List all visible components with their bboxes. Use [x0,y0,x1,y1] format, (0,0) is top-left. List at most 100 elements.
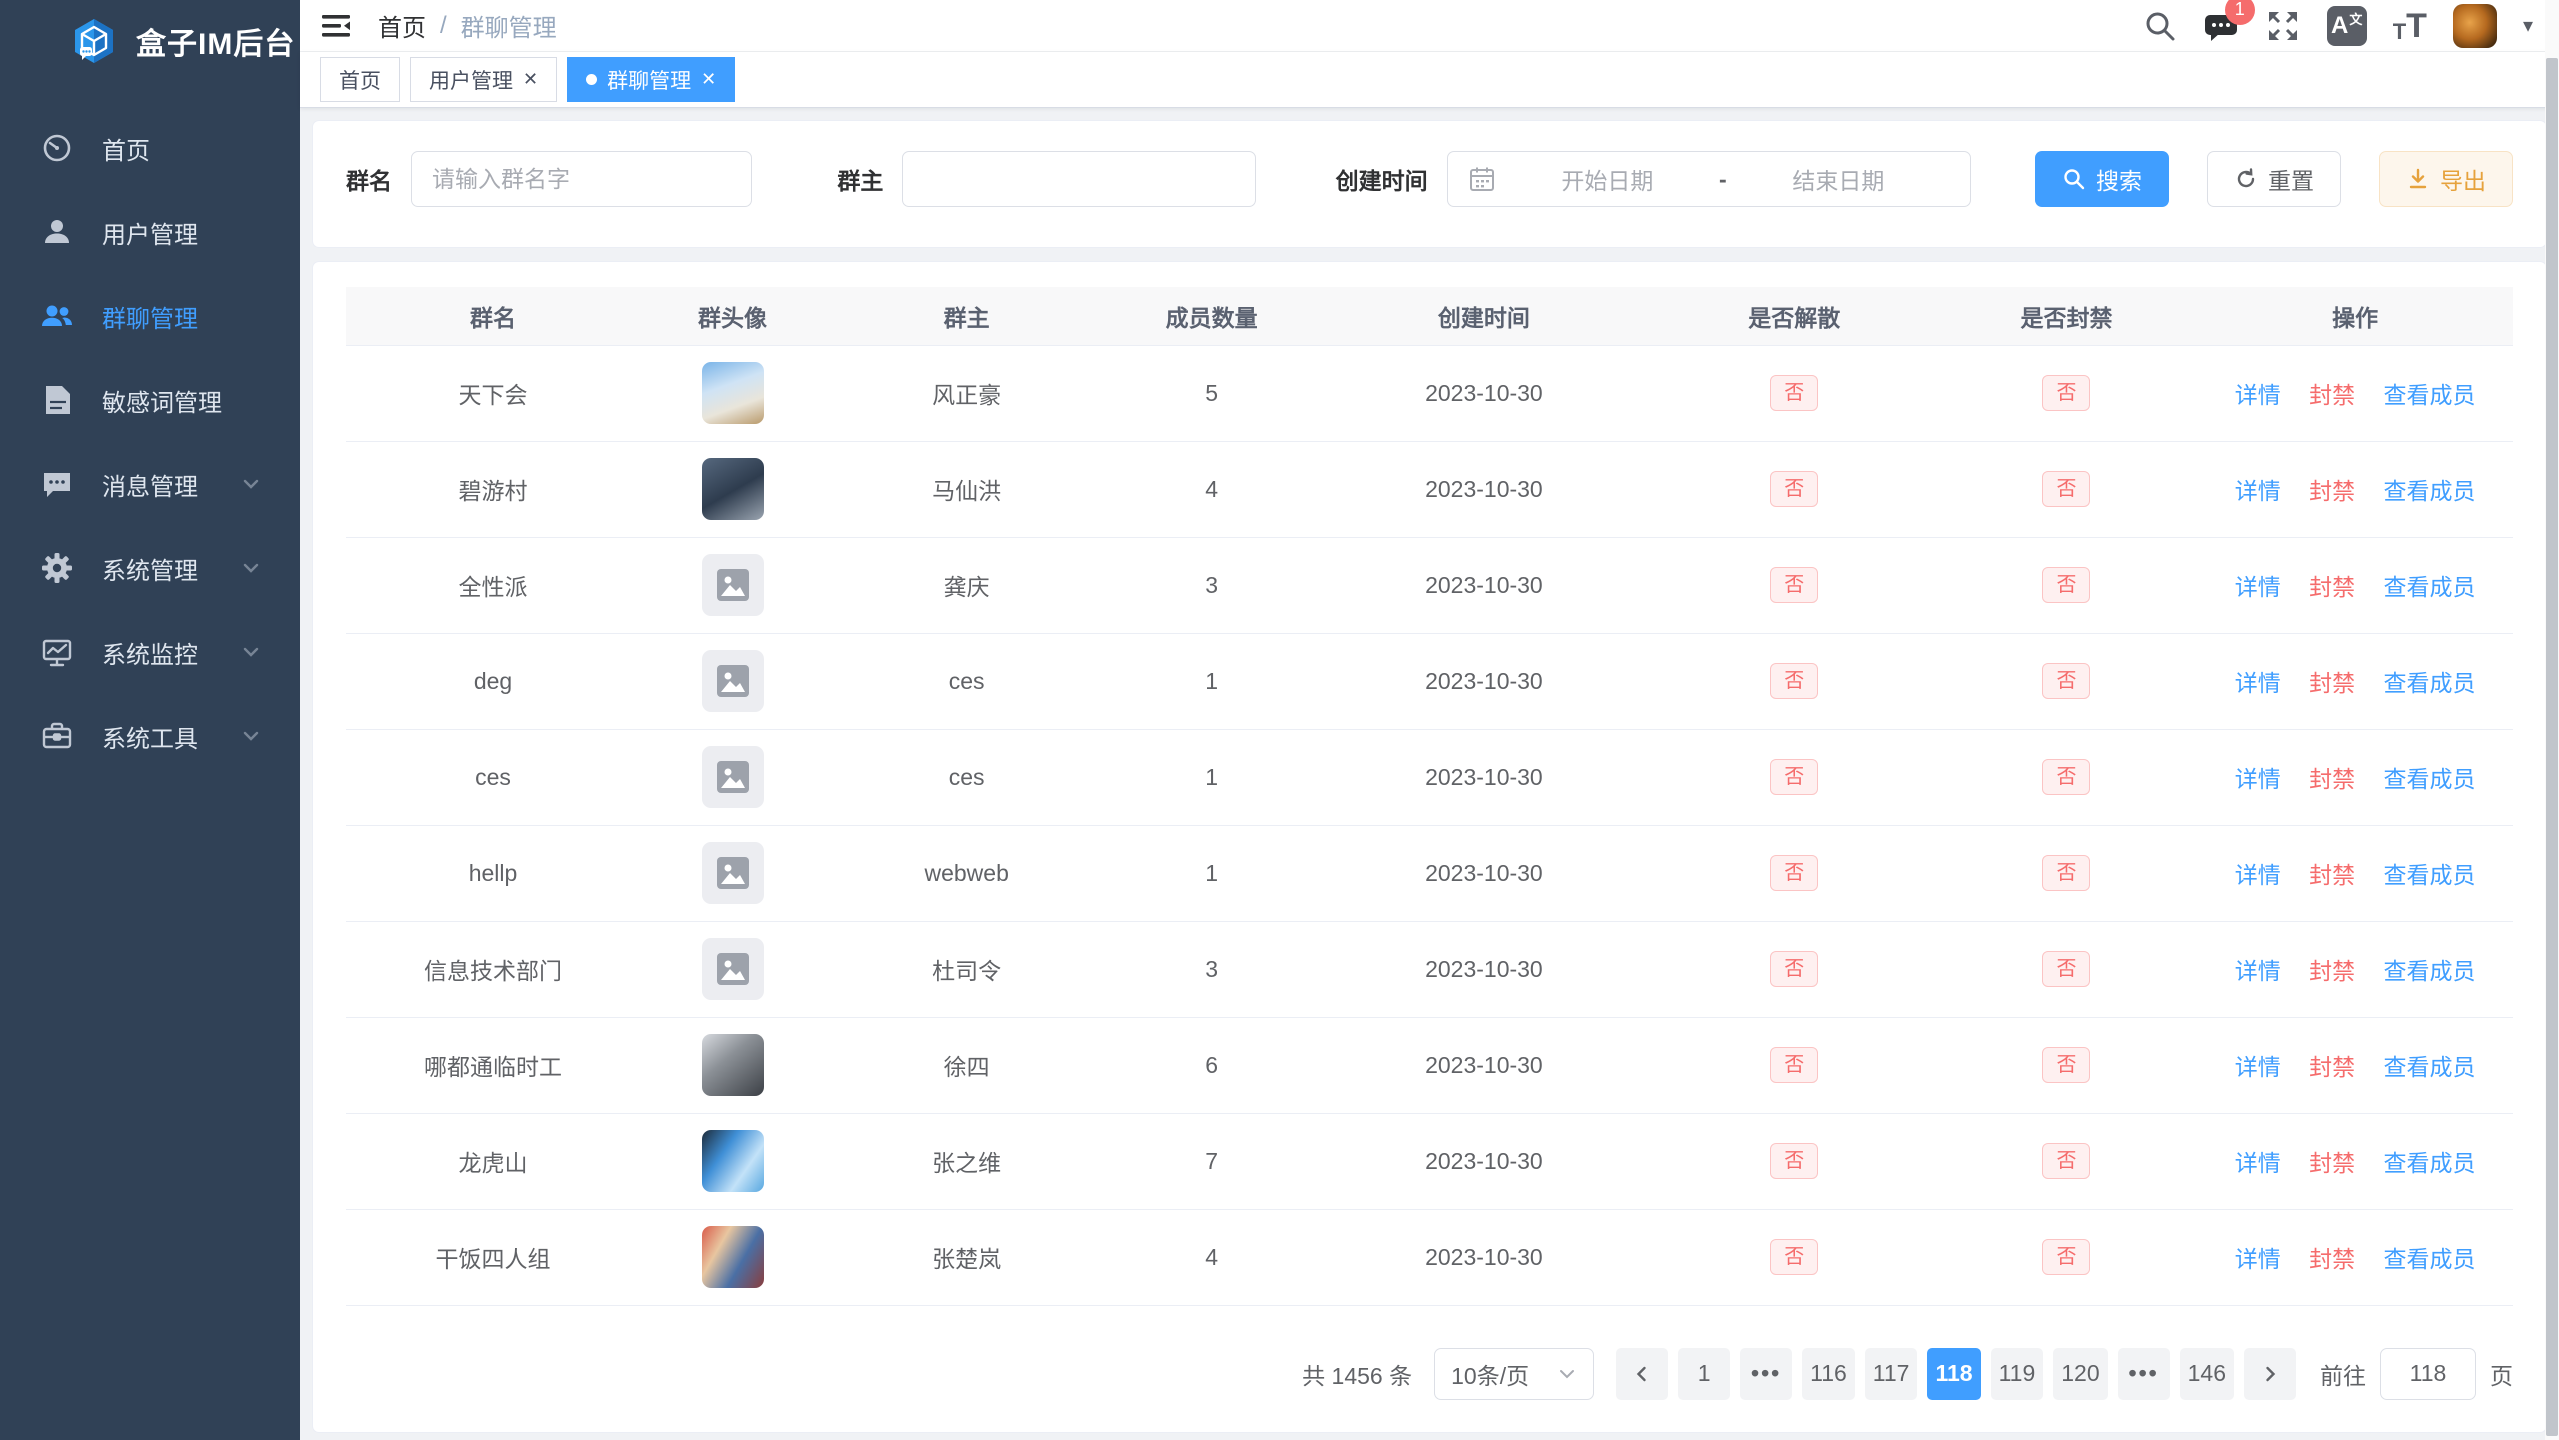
message-icon[interactable]: 1 [2203,9,2239,43]
page-button[interactable]: 116 [1802,1348,1855,1400]
page-button[interactable]: 120 [2053,1348,2107,1400]
detail-link[interactable]: 详情 [2235,766,2281,792]
sidebar-item-system-tools[interactable]: 系统工具 [0,694,300,778]
tab-user-management[interactable]: 用户管理 ✕ [410,57,557,102]
member-count: 3 [1205,572,1218,598]
group-owner-input[interactable] [923,166,1234,193]
view-members-link[interactable]: 查看成员 [2383,478,2475,504]
view-members-link[interactable]: 查看成员 [2383,574,2475,600]
tab-home[interactable]: 首页 [320,57,400,102]
tab-group-management[interactable]: 群聊管理 ✕ [567,57,735,102]
page-button[interactable]: 1 [1678,1348,1730,1400]
view-members-link[interactable]: 查看成员 [2383,862,2475,888]
close-icon[interactable]: ✕ [523,69,538,90]
view-members-link[interactable]: 查看成员 [2383,670,2475,696]
col-member-count: 成员数量 [1108,287,1315,345]
group-name-input-wrap [411,151,752,207]
ban-link[interactable]: 封禁 [2309,1246,2355,1272]
sidebar-item-system-management[interactable]: 系统管理 [0,526,300,610]
ban-link[interactable]: 封禁 [2309,766,2355,792]
detail-link[interactable]: 详情 [2235,670,2281,696]
group-owner-label: 群主 [837,162,883,196]
ban-link[interactable]: 封禁 [2309,478,2355,504]
caret-down-icon[interactable]: ▾ [2523,13,2533,38]
sidebar-item-users[interactable]: 用户管理 [0,190,300,274]
tabs-bar: 首页 用户管理 ✕ 群聊管理 ✕ [300,52,2559,108]
end-date-placeholder[interactable]: 结束日期 [1727,162,1950,196]
search-icon[interactable] [2143,9,2177,43]
document-icon [40,383,74,417]
page-button[interactable]: 146 [2180,1348,2234,1400]
font-size-icon[interactable]: T T [2393,9,2427,43]
chevron-down-icon [240,725,262,747]
view-members-link[interactable]: 查看成员 [2383,1150,2475,1176]
goto-page-input[interactable] [2380,1348,2476,1400]
sidebar-item-messages[interactable]: 消息管理 [0,442,300,526]
ban-link[interactable]: 封禁 [2309,670,2355,696]
scrollbar-thumb[interactable] [2546,58,2558,1436]
group-name-input[interactable] [432,166,731,193]
sidebar-item-sensitive-words[interactable]: 敏感词管理 [0,358,300,442]
pagination-more[interactable]: ••• [1740,1348,1792,1400]
member-count: 1 [1205,764,1218,790]
view-members-link[interactable]: 查看成员 [2383,382,2475,408]
fullscreen-icon[interactable] [2265,8,2301,44]
page-button[interactable]: 119 [1991,1348,2044,1400]
detail-link[interactable]: 详情 [2235,478,2281,504]
sidebar-item-groups[interactable]: 群聊管理 [0,274,300,358]
navbar-actions: 1 A 文 T T ▾ [2143,4,2533,48]
start-date-placeholder[interactable]: 开始日期 [1496,162,1719,196]
page-button[interactable]: 117 [1865,1348,1918,1400]
group-name: ces [475,764,511,790]
sidebar-item-label: 首页 [102,131,262,166]
language-switch-icon[interactable]: A 文 [2327,6,2367,46]
export-button[interactable]: 导出 [2379,151,2513,207]
close-icon[interactable]: ✕ [701,69,716,90]
view-members-link[interactable]: 查看成员 [2383,1246,2475,1272]
page-size-value: 10条/页 [1451,1357,1529,1391]
ban-link[interactable]: 封禁 [2309,574,2355,600]
detail-link[interactable]: 详情 [2235,958,2281,984]
detail-link[interactable]: 详情 [2235,862,2281,888]
ban-link[interactable]: 封禁 [2309,1054,2355,1080]
date-range-picker[interactable]: 开始日期 - 结束日期 [1447,151,1971,207]
created-date: 2023-10-30 [1425,860,1543,886]
created-time-label: 创建时间 [1336,162,1428,196]
banned-tag: 否 [2042,951,2090,987]
sidebar-collapse-icon[interactable] [320,11,352,41]
app-logo[interactable]: 盒子IM后台 [0,0,300,82]
ban-link[interactable]: 封禁 [2309,1150,2355,1176]
detail-link[interactable]: 详情 [2235,1246,2281,1272]
reset-button[interactable]: 重置 [2207,151,2341,207]
banned-tag: 否 [2042,1047,2090,1083]
view-members-link[interactable]: 查看成员 [2383,1054,2475,1080]
detail-link[interactable]: 详情 [2235,1150,2281,1176]
view-members-link[interactable]: 查看成员 [2383,766,2475,792]
download-icon [2406,167,2430,191]
prev-page-button[interactable] [1616,1348,1668,1400]
search-button[interactable]: 搜索 [2035,151,2169,207]
tab-label: 用户管理 [429,65,513,95]
breadcrumb-home[interactable]: 首页 [378,8,426,43]
view-members-link[interactable]: 查看成员 [2383,958,2475,984]
sidebar-item-system-monitor[interactable]: 系统监控 [0,610,300,694]
pagination-more[interactable]: ••• [2118,1348,2170,1400]
sidebar-item-home[interactable]: 首页 [0,106,300,190]
page-size-select[interactable]: 10条/页 [1434,1348,1594,1400]
ban-link[interactable]: 封禁 [2309,862,2355,888]
user-avatar[interactable] [2453,4,2497,48]
page-button[interactable]: 118 [1927,1348,1980,1400]
group-name: 天下会 [459,382,528,408]
next-page-button[interactable] [2244,1348,2296,1400]
banned-tag: 否 [2042,759,2090,795]
table-row: deg ces 1 2023-10-30 否 否 详情 封禁 查看成员 [346,633,2513,729]
detail-link[interactable]: 详情 [2235,382,2281,408]
ban-link[interactable]: 封禁 [2309,958,2355,984]
detail-link[interactable]: 详情 [2235,574,2281,600]
detail-link[interactable]: 详情 [2235,1054,2281,1080]
page-scrollbar[interactable] [2545,0,2559,1440]
group-name: 全性派 [459,574,528,600]
sidebar-item-label: 消息管理 [102,467,240,502]
ban-link[interactable]: 封禁 [2309,382,2355,408]
dashboard-icon [40,131,74,165]
